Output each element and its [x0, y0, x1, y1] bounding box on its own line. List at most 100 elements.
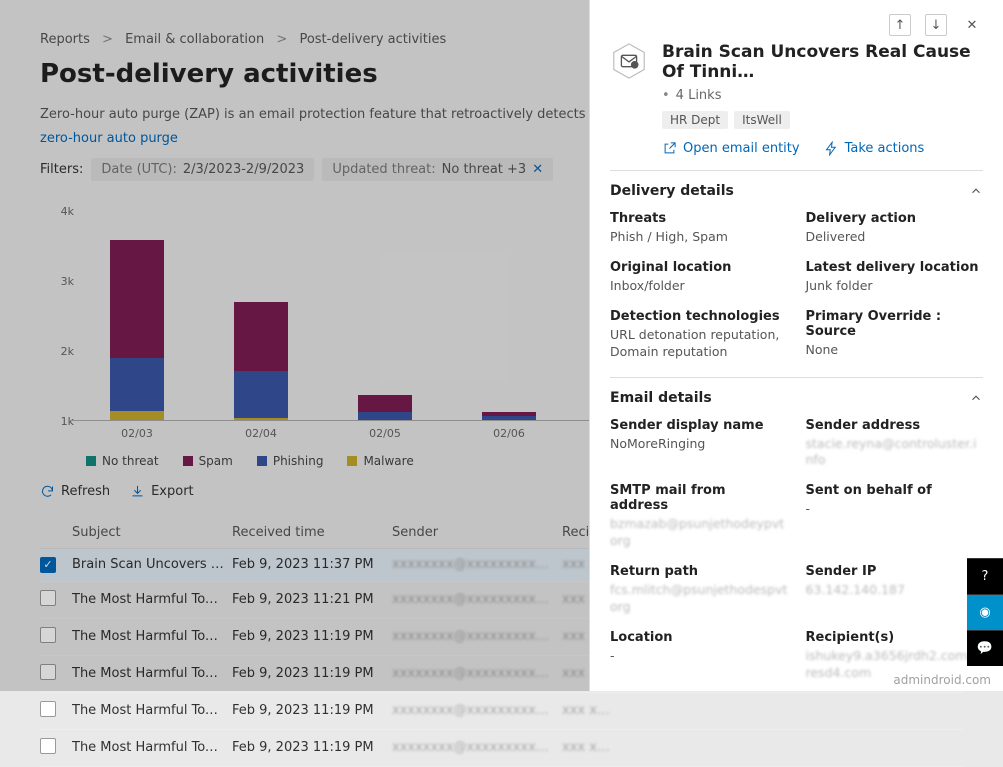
filters-label: Filters:	[40, 162, 83, 177]
cell-received: Feb 9, 2023 11:21 PM	[232, 592, 392, 607]
chevron-up-icon	[969, 184, 983, 198]
refresh-icon	[40, 484, 55, 499]
primary-override-label: Primary Override : Source	[806, 309, 984, 339]
open-email-entity-button[interactable]: Open email entity	[662, 141, 800, 156]
threats-value: Phish / High, Spam	[610, 229, 788, 246]
links-count: 4 Links	[662, 88, 721, 103]
cell-sender: xxxxxxxx@xxxxxxxxxxxxxxx.x	[392, 740, 562, 755]
sender-display-label: Sender display name	[610, 418, 788, 433]
legend-item[interactable]: Spam	[183, 454, 233, 468]
location-label: Location	[610, 630, 788, 645]
panel-title: Brain Scan Uncovers Real Cause Of Tinni…	[662, 42, 983, 82]
chart-bar[interactable]	[110, 240, 164, 419]
details-flyout: ↑ ↓ ✕ Brain Scan Uncovers Real Cause Of …	[589, 0, 1003, 691]
prev-item-button[interactable]: ↑	[889, 14, 911, 36]
rail-assistant-button[interactable]: ◉	[967, 594, 1003, 630]
latest-location-label: Latest delivery location	[806, 260, 984, 275]
cell-received: Feb 9, 2023 11:19 PM	[232, 666, 392, 681]
breadcrumb-reports[interactable]: Reports	[40, 32, 90, 47]
original-location-value: Inbox/folder	[610, 278, 788, 295]
filter-chip-threat[interactable]: Updated threat: No threat +3 ✕	[322, 158, 553, 181]
tag-hr-dept: HR Dept	[662, 111, 728, 129]
email-icon	[610, 42, 648, 80]
sender-address-label: Sender address	[806, 418, 984, 433]
row-checkbox[interactable]	[40, 738, 56, 754]
sent-behalf-value: -	[806, 501, 984, 518]
close-panel-button[interactable]: ✕	[961, 14, 983, 36]
cell-recipient: xxx x…	[562, 740, 963, 755]
cell-subject: The Most Harmful Toxin For Yo…	[72, 629, 232, 644]
row-checkbox[interactable]	[40, 701, 56, 717]
section-email-toggle[interactable]: Email details	[610, 378, 983, 418]
cell-sender: xxxxxxxx@xxxxxxxxxxxxxxx.x	[392, 703, 562, 718]
filter-chip-date[interactable]: Date (UTC): 2/3/2023-2/9/2023	[91, 158, 314, 181]
sender-display-value: NoMoreRinging	[610, 436, 788, 453]
smtp-from-value: bzmazab@psunjethodeypvtorg	[610, 516, 788, 550]
legend-item[interactable]: Phishing	[257, 454, 324, 468]
cell-sender: xxxxxxxx@xxxxxxxxxxxxxxx.x	[392, 666, 562, 681]
side-rail: ? ◉ 💬	[967, 558, 1003, 666]
bolt-icon	[824, 141, 839, 156]
legend-item[interactable]: No threat	[86, 454, 159, 468]
cell-received: Feb 9, 2023 11:19 PM	[232, 629, 392, 644]
legend-item[interactable]: Malware	[347, 454, 413, 468]
watermark: admindroid.com	[893, 673, 991, 687]
return-path-label: Return path	[610, 564, 788, 579]
delivery-action-value: Delivered	[806, 229, 984, 246]
breadcrumb-post-delivery[interactable]: Post-delivery activities	[299, 32, 446, 47]
rail-feedback-button[interactable]: 💬	[967, 630, 1003, 666]
table-row[interactable]: The Most Harmful Toxin For Yo…Feb 9, 202…	[40, 693, 963, 730]
cell-recipient: xxx x…	[562, 703, 963, 718]
row-checkbox[interactable]	[40, 627, 56, 643]
sender-ip-value: 63.142.140.187	[806, 582, 984, 599]
chart-bar[interactable]	[482, 412, 536, 420]
location-value: -	[610, 648, 788, 665]
col-received[interactable]: Received time	[232, 525, 392, 540]
take-actions-button[interactable]: Take actions	[824, 141, 925, 156]
threats-label: Threats	[610, 211, 788, 226]
delivery-action-label: Delivery action	[806, 211, 984, 226]
sender-ip-label: Sender IP	[806, 564, 984, 579]
cell-subject: The Most Harmful Toxin For Yo…	[72, 740, 232, 755]
cell-subject: The Most Harmful Toxin For Yo…	[72, 592, 232, 607]
primary-override-value: None	[806, 342, 984, 359]
cell-subject: The Most Harmful Toxin For Yo…	[72, 666, 232, 681]
section-email-details: Email details Sender display name NoMoreR…	[610, 377, 983, 692]
rail-help-button[interactable]: ?	[967, 558, 1003, 594]
cell-sender: xxxxxxxx@xxxxxxxxxxxxxxx.x	[392, 629, 562, 644]
col-sender[interactable]: Sender	[392, 525, 562, 540]
section-delivery-toggle[interactable]: Delivery details	[610, 171, 983, 211]
smtp-from-label: SMTP mail from address	[610, 483, 788, 513]
sent-behalf-label: Sent on behalf of	[806, 483, 984, 498]
cell-received: Feb 9, 2023 11:37 PM	[232, 557, 392, 572]
cell-sender: xxxxxxxx@xxxxxxxxxxxxxxx.x	[392, 592, 562, 607]
chart-bar[interactable]	[234, 302, 288, 419]
section-delivery-details: Delivery details Threats Phish / High, Sp…	[610, 170, 983, 377]
recipients-label: Recipient(s)	[806, 630, 984, 645]
table-row[interactable]: The Most Harmful Toxin For Yo…Feb 9, 202…	[40, 730, 963, 767]
col-subject[interactable]: Subject	[72, 525, 232, 540]
tag-list: HR Dept ItsWell	[662, 111, 983, 129]
chart-bar[interactable]	[358, 395, 412, 420]
original-location-label: Original location	[610, 260, 788, 275]
latest-location-value: Junk folder	[806, 278, 984, 295]
open-icon	[662, 141, 677, 156]
detection-tech-label: Detection technologies	[610, 309, 788, 324]
cell-subject: The Most Harmful Toxin For Yo…	[72, 703, 232, 718]
export-button[interactable]: Export	[130, 484, 194, 499]
row-checkbox[interactable]: ✓	[40, 557, 56, 573]
cell-sender: xxxxxxxx@xxxxxxxxxxxxxxx.x	[392, 557, 562, 572]
breadcrumb-email-collab[interactable]: Email & collaboration	[125, 32, 264, 47]
next-item-button[interactable]: ↓	[925, 14, 947, 36]
chevron-up-icon	[969, 391, 983, 405]
detection-tech-value: URL detonation reputation, Domain reputa…	[610, 327, 788, 361]
row-checkbox[interactable]	[40, 590, 56, 606]
row-checkbox[interactable]	[40, 664, 56, 680]
download-icon	[130, 484, 145, 499]
refresh-button[interactable]: Refresh	[40, 484, 110, 499]
tag-itswell: ItsWell	[734, 111, 790, 129]
cell-subject: Brain Scan Uncovers Real Cause…	[72, 557, 232, 572]
cell-received: Feb 9, 2023 11:19 PM	[232, 740, 392, 755]
clear-filter-icon[interactable]: ✕	[532, 162, 543, 177]
sender-address-value: stacie.reyna@controluster.info	[806, 436, 984, 470]
